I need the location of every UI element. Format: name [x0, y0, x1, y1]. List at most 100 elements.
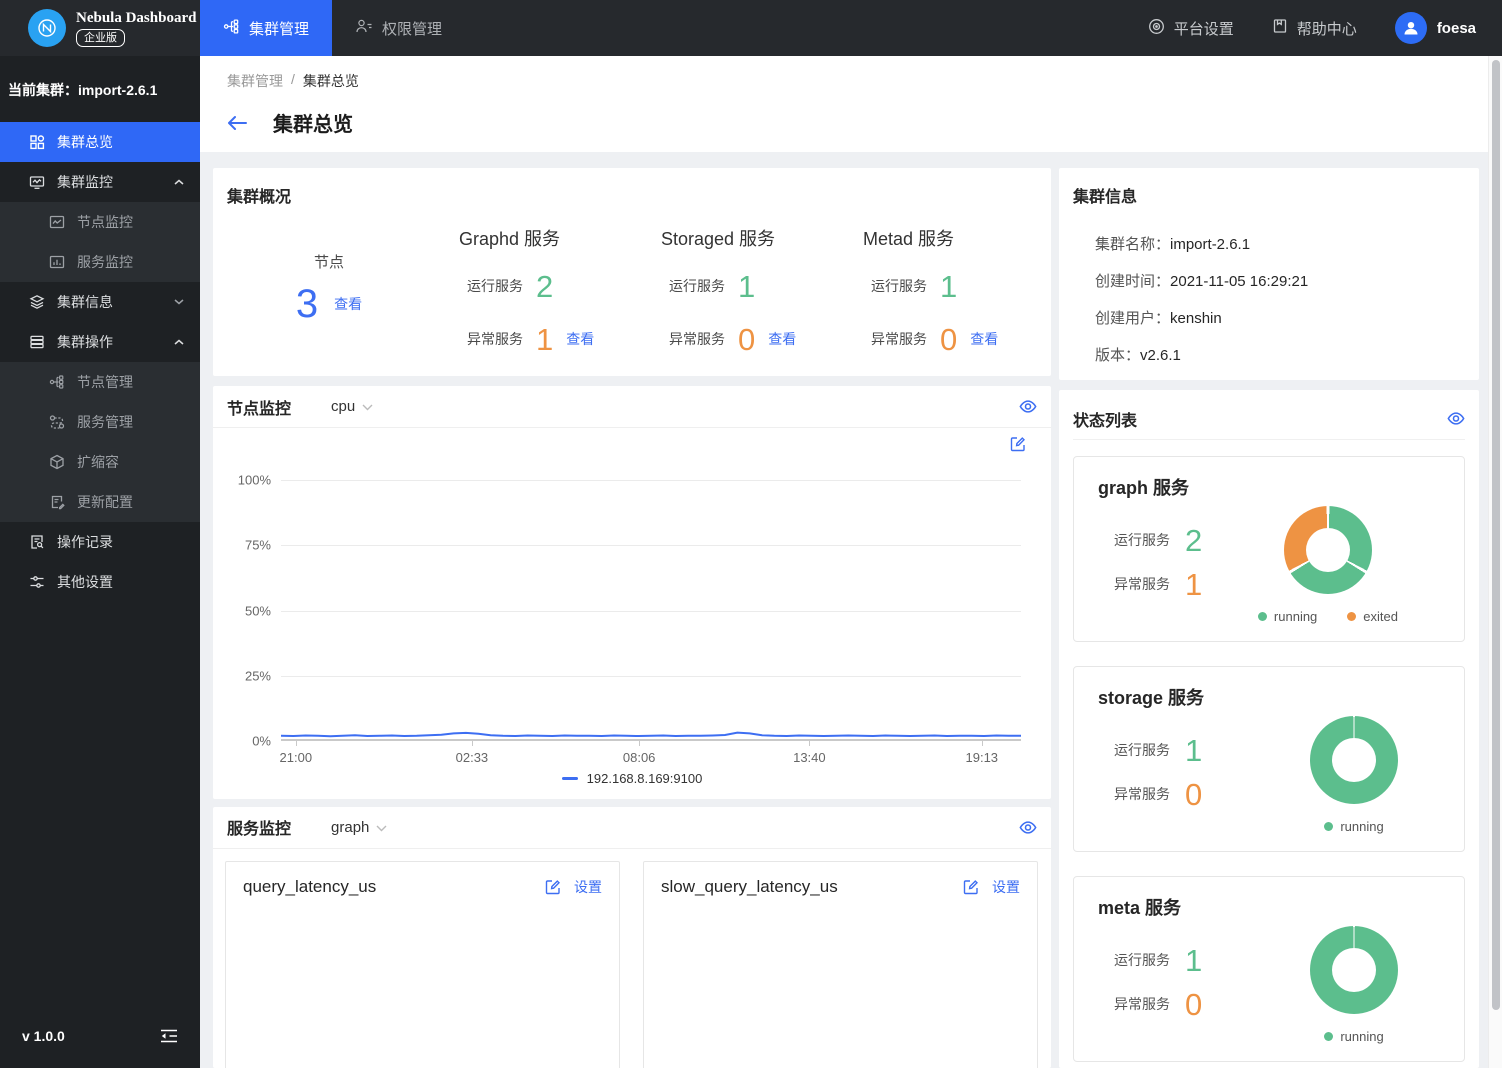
cluster-overview-card: 集群概况 节点 3 查看 Graphd 服务 运行服务 2 异常服务 1 查看 …: [213, 168, 1051, 377]
running-count: 1: [1185, 732, 1203, 768]
nav-action-label: 平台设置: [1173, 20, 1234, 38]
info-value: import-2.6.1: [1170, 236, 1251, 253]
current-cluster-label: 当前集群：: [8, 82, 78, 98]
card-title: 集群信息: [1073, 189, 1138, 206]
storaged-service-stat: Storaged 服务 运行服务 1 异常服务 0 查看: [635, 207, 837, 357]
panel-settings-link[interactable]: 设置: [574, 877, 602, 897]
sidebar-item-service-monitor[interactable]: 服务监控: [0, 242, 200, 282]
server-stack-icon: [28, 334, 45, 351]
view-abnormal-link[interactable]: 查看: [970, 329, 998, 349]
service-name: Metad 服务: [863, 229, 955, 249]
nebula-logo-icon: [28, 9, 66, 47]
sidebar-item-label: 集群信息: [57, 294, 113, 310]
sidebar-item-cluster-operation[interactable]: 集群操作: [0, 322, 200, 362]
tab-cluster-management[interactable]: 集群管理: [200, 0, 333, 56]
layers-icon: [28, 294, 45, 311]
collapse-sidebar-button[interactable]: [160, 1029, 178, 1043]
sidebar-item-label: 节点监控: [77, 214, 133, 230]
sidebar-item-update-config[interactable]: 更新配置: [0, 482, 200, 522]
metric-panels: query_latency_us 设置 slow_query_latency_u…: [213, 849, 1051, 1068]
user-menu[interactable]: foesa: [1394, 12, 1476, 44]
query-latency-panel: query_latency_us 设置: [225, 860, 620, 1068]
help-center-button[interactable]: 帮助中心: [1272, 18, 1357, 39]
x-tick-label: 19:13: [965, 750, 999, 766]
legend-label: exited: [1363, 609, 1398, 624]
sidebar-item-cluster-info[interactable]: 集群信息: [0, 282, 200, 322]
graph-service-status-card: graph 服务 运行服务 2 异常服务 1 running exited: [1073, 456, 1465, 642]
node-monitor-card: 节点监控 cpu 100% 75% 50% 25% 0% 21:00 02:33…: [213, 386, 1051, 799]
metric-select[interactable]: cpu: [331, 398, 373, 415]
y-tick: 25%: [244, 668, 271, 684]
grid-icon: [28, 134, 45, 151]
sidebar-item-cluster-monitor[interactable]: 集群监控: [0, 162, 200, 202]
info-label: 版本：: [1095, 347, 1141, 364]
main-content: 集群管理 / 集群总览 集群总览 集群概况 节点 3 查看 Graphd 服务 …: [200, 56, 1488, 1068]
sidebar-item-scale[interactable]: 扩缩容: [0, 442, 200, 482]
abnormal-count: 0: [1185, 986, 1203, 1022]
node-label: 节点: [313, 254, 344, 271]
node-monitor-header: 节点监控 cpu: [213, 386, 1051, 429]
sidebar-item-label: 集群监控: [57, 174, 113, 190]
sidebar-item-other-settings[interactable]: 其他设置: [0, 562, 200, 602]
running-label: 运行服务: [1114, 742, 1170, 758]
chart-legend[interactable]: 192.168.8.169:9100: [213, 771, 1051, 786]
content-body: 集群概况 节点 3 查看 Graphd 服务 运行服务 2 异常服务 1 查看 …: [200, 152, 1488, 1068]
panel-title: slow_query_latency_us: [661, 876, 838, 896]
abnormal-label: 异常服务: [1114, 996, 1170, 1012]
sidebar-item-node-monitor[interactable]: 节点监控: [0, 202, 200, 242]
service-status-name: graph 服务: [1098, 478, 1190, 498]
edit-panel-button[interactable]: [545, 879, 561, 895]
sidebar-item-cluster-overview[interactable]: 集群总览: [0, 122, 200, 162]
abnormal-label: 异常服务: [871, 331, 927, 347]
graph-status-donut-chart: [1283, 506, 1372, 594]
view-nodes-link[interactable]: 查看: [334, 294, 362, 314]
cpu-series-line: [281, 733, 1021, 737]
platform-settings-button[interactable]: 平台设置: [1148, 18, 1234, 39]
cluster-monitor-submenu: 节点监控 服务监控: [0, 202, 200, 282]
top-navbar: Nebula Dashboard 企业版 集群管理 权限管理 平台设置 帮助中心: [0, 0, 1502, 56]
abnormal-label: 异常服务: [669, 331, 725, 347]
eye-icon-button[interactable]: [1447, 411, 1465, 426]
card-title: 集群概况: [227, 189, 292, 206]
cube-icon: [48, 454, 65, 471]
running-count: 1: [738, 268, 756, 304]
sidebar-item-node-management[interactable]: 节点管理: [0, 362, 200, 402]
sidebar: 当前集群：import-2.6.1 集群总览 集群监控 节点监控 服务监控 集群…: [0, 56, 200, 1068]
running-label: 运行服务: [1114, 952, 1170, 968]
eye-icon-button[interactable]: [1019, 820, 1037, 835]
back-arrow-icon[interactable]: [227, 115, 247, 131]
legend-label: running: [1273, 609, 1318, 624]
card-title: 服务监控: [227, 821, 292, 839]
version-row: 版本：v2.6.1: [1095, 344, 1479, 365]
metad-service-stat: Metad 服务 运行服务 1 异常服务 0 查看: [837, 207, 1039, 357]
status-list-card: 状态列表 graph 服务 运行服务 2 异常服务 1 running exit…: [1059, 390, 1479, 1068]
view-abnormal-link[interactable]: 查看: [566, 329, 594, 349]
panel-settings-link[interactable]: 设置: [992, 877, 1020, 897]
running-count: 2: [1185, 522, 1203, 558]
brand-title: Nebula Dashboard: [76, 9, 197, 26]
edit-chart-button[interactable]: [1010, 436, 1026, 452]
service-select[interactable]: graph: [331, 819, 387, 836]
edit-panel-button[interactable]: [963, 879, 979, 895]
y-tick: 50%: [244, 603, 271, 619]
right-column: 集群信息 集群名称：import-2.6.1 创建时间：2021-11-05 1…: [1059, 168, 1479, 1068]
cluster-name-row: 集群名称：import-2.6.1: [1095, 233, 1479, 254]
sliders-icon: [28, 574, 45, 591]
info-label: 集群名称：: [1095, 236, 1171, 253]
sidebar-item-service-management[interactable]: 服务管理: [0, 402, 200, 442]
scrollbar-thumb[interactable]: [1492, 60, 1500, 1010]
sidebar-item-operation-records[interactable]: 操作记录: [0, 522, 200, 562]
series-legend-dash: [561, 776, 578, 780]
x-tick-label: 02:33: [455, 750, 489, 766]
user-permission-icon: [355, 18, 373, 38]
tab-permission-management[interactable]: 权限管理: [332, 0, 465, 56]
bar-chart-icon: [48, 254, 65, 271]
sidebar-menu: 集群总览 集群监控 节点监控 服务监控 集群信息 集群操作 节点管理 服务管理 …: [0, 122, 200, 602]
chevron-down-icon: [362, 398, 373, 415]
eye-icon-button[interactable]: [1019, 399, 1037, 414]
help-book-icon: [1272, 18, 1288, 38]
view-abnormal-link[interactable]: 查看: [768, 329, 796, 349]
donut-legend: running exited: [1257, 609, 1398, 624]
donut-legend: running: [1324, 1029, 1384, 1044]
breadcrumb-cluster-management[interactable]: 集群管理: [227, 71, 283, 91]
